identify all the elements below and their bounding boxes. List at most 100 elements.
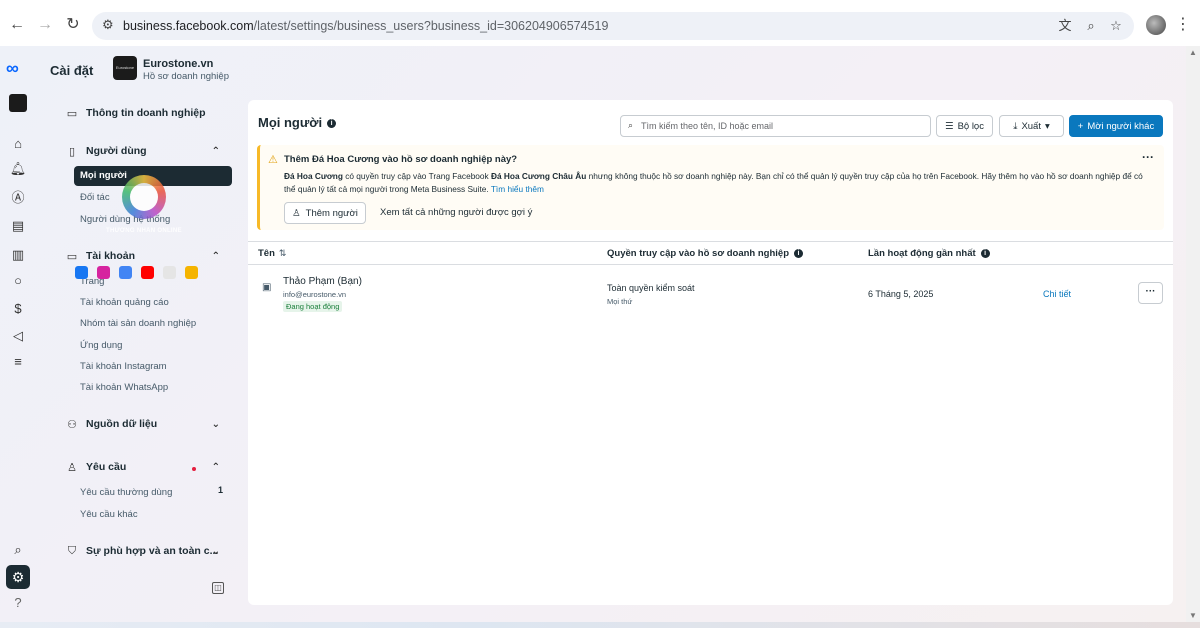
url-text[interactable]: business.facebook.com/latest/settings/bu… xyxy=(123,19,608,33)
info-icon[interactable]: i xyxy=(980,248,990,258)
announcements-icon[interactable]: ◁ xyxy=(8,326,28,346)
icon-rail: ∞ ⌂ 🔔︎ Ⓐ ▤ ▥ ○ $ ◁ ≡ ⌕ ⚙ ? xyxy=(0,46,36,622)
bookmark-star-icon[interactable]: ☆ xyxy=(1107,17,1125,35)
person-icon: ♙ xyxy=(67,461,77,474)
sidebar-item-instagram[interactable]: Tài khoản Instagram xyxy=(80,359,167,375)
business-logo: Eurostone xyxy=(113,56,137,80)
plus-icon: + xyxy=(1077,120,1084,132)
filter-button[interactable]: ☰ Bộ lọc xyxy=(936,115,993,137)
insights-icon[interactable]: ▥ xyxy=(8,245,28,265)
back-icon[interactable]: ← xyxy=(6,14,28,36)
chevron-up-icon: ⌃ xyxy=(211,250,220,262)
browser-menu-icon[interactable]: ⋮ xyxy=(1175,14,1191,34)
scroll-down-icon[interactable]: ▼ xyxy=(1189,611,1197,620)
translate-icon[interactable]: 文 xyxy=(1056,17,1074,35)
shield-icon: ⛉ xyxy=(67,544,77,557)
inbox-icon[interactable]: ○ xyxy=(8,271,28,291)
sidebar-section-accounts[interactable]: ▭ Tài khoản ⌃ xyxy=(64,246,240,266)
row-more-button[interactable]: ··· xyxy=(1138,282,1163,304)
settings-sidebar: Cài đặt Eurostone Eurostone.vn Hồ sơ doa… xyxy=(36,46,240,622)
sidebar-item-other-requests[interactable]: Yêu cầu khác xyxy=(80,507,138,523)
column-header-access: Quyền truy cập vào hồ sơ doanh nghiệp i xyxy=(607,248,803,259)
person-badge-icon: ▣ xyxy=(262,282,272,293)
more-options-icon[interactable]: ··· xyxy=(1142,150,1154,164)
briefcase-icon: ▭ xyxy=(66,107,78,120)
details-link[interactable]: Chi tiết xyxy=(1043,289,1071,299)
sidebar-section-requests[interactable]: ♙ Yêu cầu ⌃ xyxy=(64,457,240,477)
browser-toolbar: ← → ↻ ⚙ business.facebook.com/latest/set… xyxy=(0,0,1200,50)
info-icon[interactable]: i xyxy=(794,248,803,258)
business-avatar-icon[interactable] xyxy=(9,94,27,112)
sidebar-section-label: Người dùng xyxy=(86,145,147,157)
chevron-up-icon: ⌃ xyxy=(211,145,220,157)
user-card-icon: ▯ xyxy=(68,145,76,158)
sidebar-section-users[interactable]: ▯ Người dùng ⌃ xyxy=(64,141,240,161)
watermark-logo xyxy=(122,175,166,219)
warning-icon: ⚠ xyxy=(268,154,278,166)
sidebar-section-data-sources[interactable]: ⚇ Nguồn dữ liệu ⌄ xyxy=(64,414,240,434)
all-tools-icon[interactable]: ≡ xyxy=(8,352,28,372)
collapse-sidebar-icon[interactable]: ◫ xyxy=(212,582,224,594)
tiktok-icon xyxy=(163,266,176,279)
chevron-down-icon: ⌄ xyxy=(211,418,220,430)
zoom-icon[interactable]: ⌕ xyxy=(1082,17,1100,35)
access-level: Toàn quyền kiểm soát xyxy=(607,283,695,293)
search-icon[interactable]: ⌕ xyxy=(8,540,28,560)
alert-body: Đá Hoa Cương có quyền truy cập vào Trang… xyxy=(284,171,1143,194)
os-taskbar xyxy=(0,622,1200,628)
suggestion-alert: ⚠ Thêm Đá Hoa Cương vào hồ sơ doanh nghi… xyxy=(257,145,1164,230)
search-icon: ⌕ xyxy=(628,120,634,130)
page-scrollbar[interactable]: ▲ ▼ xyxy=(1186,46,1200,622)
search-input[interactable] xyxy=(641,118,926,134)
search-box[interactable]: ⌕ xyxy=(620,115,931,137)
sidebar-section-compliance[interactable]: ⛉ Sự phù hợp và an toàn c... ⌄ xyxy=(64,541,240,561)
coin-icon xyxy=(185,266,198,279)
site-settings-icon[interactable]: ⚙ xyxy=(102,17,114,33)
people-panel: Mọi ngườii ⌕ ☰Bộ lọc ⤓Xuất▾ +Mời người k… xyxy=(248,100,1173,605)
business-type: Hồ sơ doanh nghiệp xyxy=(143,71,229,82)
scroll-up-icon[interactable]: ▲ xyxy=(1189,48,1197,57)
sidebar-item-business-info[interactable]: ▭ Thông tin doanh nghiệp xyxy=(64,103,206,123)
settings-gear-icon[interactable]: ⚙ xyxy=(6,565,30,589)
address-bar[interactable]: ⚙ business.facebook.com/latest/settings/… xyxy=(92,12,1134,40)
youtube-icon xyxy=(141,266,154,279)
add-person-button[interactable]: ♙ Thêm người xyxy=(284,202,366,224)
notifications-icon[interactable]: 🔔︎ xyxy=(8,159,28,179)
data-sources-icon: ⚇ xyxy=(67,418,77,431)
invite-people-button[interactable]: + Mời người khác xyxy=(1069,115,1163,137)
sidebar-item-apps[interactable]: Ứng dụng xyxy=(80,338,122,354)
sidebar-item-label: Thông tin doanh nghiệp xyxy=(86,107,206,119)
table-row[interactable]: ▣ Thảo Phạm (Bạn) info@eurostone.vn Đang… xyxy=(248,266,1173,322)
sidebar-item-ad-accounts[interactable]: Tài khoản quảng cáo xyxy=(80,295,169,311)
ads-icon[interactable]: Ⓐ xyxy=(8,188,28,208)
download-icon: ⤓ xyxy=(1013,120,1018,132)
browser-profile-avatar[interactable] xyxy=(1146,15,1166,35)
column-header-last-active: Lần hoạt động gần nhất i xyxy=(868,248,990,259)
export-button[interactable]: ⤓ Xuất ▾ xyxy=(999,115,1064,137)
business-name[interactable]: Eurostone.vn xyxy=(143,58,213,70)
monetization-icon[interactable]: $ xyxy=(8,299,28,319)
google-icon xyxy=(119,266,132,279)
sidebar-section-label: Yêu cầu xyxy=(86,461,127,473)
sidebar-item-whatsapp[interactable]: Tài khoản WhatsApp xyxy=(80,380,168,396)
user-email: info@eurostone.vn xyxy=(283,290,347,299)
see-suggested-link[interactable]: Xem tất cả những người được gợi ý xyxy=(380,207,532,218)
meta-logo-icon[interactable]: ∞ xyxy=(6,58,19,79)
sidebar-section-label: Sự phù hợp và an toàn c... xyxy=(86,545,219,557)
reload-icon[interactable]: ↻ xyxy=(62,14,84,36)
home-icon[interactable]: ⌂ xyxy=(8,134,28,154)
info-icon[interactable]: i xyxy=(327,119,337,129)
content-icon[interactable]: ▤ xyxy=(8,216,28,236)
sort-icon[interactable]: ⇅ xyxy=(279,248,287,258)
chevron-down-icon: ⌄ xyxy=(211,545,220,557)
sidebar-item-partners[interactable]: Đối tác xyxy=(80,190,110,206)
help-icon[interactable]: ? xyxy=(8,593,28,613)
sidebar-item-asset-groups[interactable]: Nhóm tài sản doanh nghiệp xyxy=(80,316,196,332)
alert-title: Thêm Đá Hoa Cương vào hồ sơ doanh nghiệp… xyxy=(284,154,518,165)
user-name: Thảo Phạm (Bạn) xyxy=(283,276,362,287)
sidebar-item-common-requests[interactable]: Yêu cầu thường dùng xyxy=(80,485,172,501)
learn-more-link[interactable]: Tìm hiểu thêm xyxy=(491,184,544,194)
sidebar-section-label: Nguồn dữ liệu xyxy=(86,418,158,430)
forward-icon[interactable]: → xyxy=(34,14,56,36)
column-header-name[interactable]: Tên ⇅ xyxy=(258,248,286,259)
